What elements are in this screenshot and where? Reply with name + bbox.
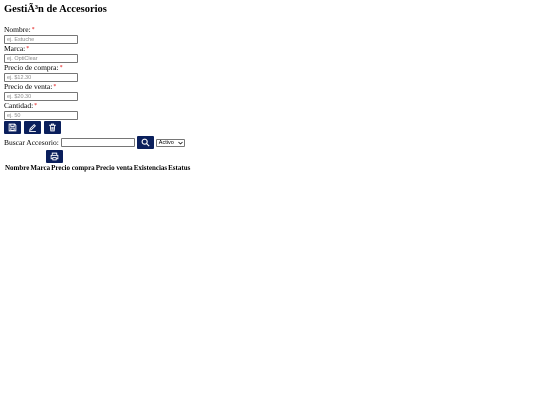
save-button[interactable] bbox=[4, 121, 21, 134]
field-nombre: Nombre:* bbox=[4, 26, 534, 44]
action-buttons bbox=[4, 121, 534, 134]
column-header-estatus[interactable]: Estatus bbox=[167, 164, 190, 173]
field-precio-compra: Precio de compra:* bbox=[4, 64, 534, 82]
label-precio-compra: Precio de compra: bbox=[4, 63, 59, 72]
edit-icon bbox=[28, 124, 36, 132]
status-select-value: Activo bbox=[158, 139, 174, 146]
chevron-down-icon bbox=[178, 141, 183, 145]
column-header-nombre[interactable]: Nombre bbox=[4, 164, 29, 173]
search-label: Buscar Accesorio: bbox=[4, 138, 59, 147]
page-title: GestiÃ³n de Accesorios bbox=[4, 4, 107, 15]
accessory-form: Nombre:* Marca:* Precio de compra:* Prec… bbox=[4, 26, 534, 134]
search-bar: Buscar Accesorio: Activo bbox=[4, 136, 534, 149]
precio-compra-input[interactable] bbox=[4, 73, 78, 82]
required-mark: * bbox=[31, 27, 35, 33]
field-cantidad: Cantidad:* bbox=[4, 102, 534, 120]
label-cantidad: Cantidad: bbox=[4, 101, 34, 110]
print-button[interactable] bbox=[46, 150, 63, 163]
label-precio-venta: Precio de venta: bbox=[4, 82, 53, 91]
label-nombre: Nombre: bbox=[4, 25, 31, 34]
required-mark: * bbox=[26, 46, 30, 52]
page: GestiÃ³n de Accesorios Nombre:* Marca:* … bbox=[4, 4, 534, 173]
column-header-marca[interactable]: Marca bbox=[29, 164, 50, 173]
search-button[interactable] bbox=[136, 136, 154, 149]
delete-button[interactable] bbox=[44, 121, 61, 134]
nombre-input[interactable] bbox=[4, 35, 78, 44]
accessories-table: Nombre Marca Precio compra Precio venta … bbox=[4, 164, 190, 173]
status-select[interactable]: Activo bbox=[155, 138, 185, 147]
required-mark: * bbox=[53, 84, 57, 90]
cantidad-input[interactable] bbox=[4, 111, 78, 120]
required-mark: * bbox=[34, 103, 38, 109]
column-header-precio-venta[interactable]: Precio venta bbox=[95, 164, 133, 173]
field-marca: Marca:* bbox=[4, 45, 534, 63]
print-icon bbox=[50, 152, 59, 161]
print-row bbox=[46, 150, 534, 163]
save-icon bbox=[8, 123, 17, 132]
marca-input[interactable] bbox=[4, 54, 78, 63]
search-icon bbox=[141, 138, 150, 147]
table-header-row: Nombre Marca Precio compra Precio venta … bbox=[4, 164, 190, 173]
column-header-existencias[interactable]: Existencias bbox=[133, 164, 167, 173]
field-precio-venta: Precio de venta:* bbox=[4, 83, 534, 101]
edit-button[interactable] bbox=[24, 121, 41, 134]
required-mark: * bbox=[59, 65, 63, 71]
trash-icon bbox=[49, 123, 56, 132]
column-header-precio-compra[interactable]: Precio compra bbox=[50, 164, 95, 173]
search-input[interactable] bbox=[60, 138, 135, 147]
precio-venta-input[interactable] bbox=[4, 92, 78, 101]
label-marca: Marca: bbox=[4, 44, 26, 53]
